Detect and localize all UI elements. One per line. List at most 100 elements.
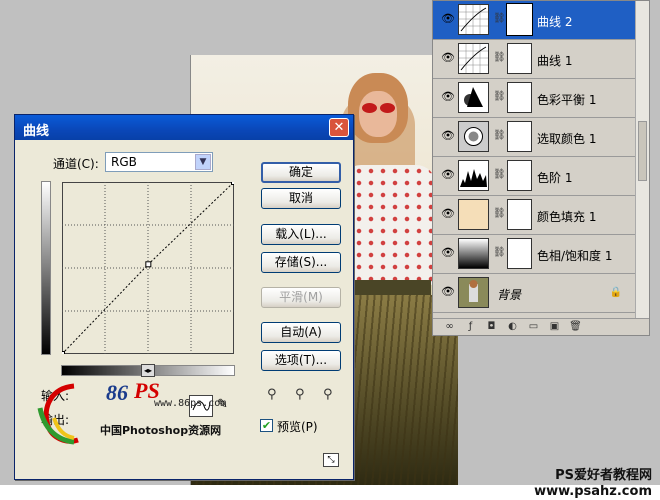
layer-name: 色阶 1	[537, 171, 573, 185]
smooth-button[interactable]: 平滑(M)	[261, 287, 341, 308]
expand-icon[interactable]: ⤡	[323, 453, 339, 467]
logo-site-name: 中国Photoshop资源网	[100, 424, 222, 437]
preview-label: 预览(P)	[277, 420, 318, 434]
close-icon: ✕	[333, 120, 345, 135]
curve-point[interactable]	[145, 261, 152, 268]
photo-face	[359, 91, 397, 137]
site-logo: 86 PS www.86ps.com 中国Photoshop资源网	[34, 378, 244, 458]
watermark-url: www.psahz.com	[534, 484, 652, 499]
ok-button[interactable]: 确定	[261, 162, 341, 183]
layer-row[interactable]: 👁 ⛓ 选取颜色 1	[433, 118, 636, 157]
layer-mask-thumbnail[interactable]	[507, 238, 532, 269]
screenshot: 👁 ⛓ 曲线 2 👁 ⛓ 曲线 1 👁 ⛓ 色彩平衡 1 👁 ⛓ 选取颜色 1 👁 ⛓ 色阶 1 👁 ⛓ 颜色填充…	[0, 0, 660, 500]
layer-thumbnail	[458, 199, 489, 230]
layer-row[interactable]: 👁 ⛓ 色相/饱和度 1	[433, 235, 636, 274]
black-eyedropper-icon[interactable]: ⚲	[267, 387, 283, 403]
link-layers-icon[interactable]: ∞	[443, 321, 456, 333]
preview-checkbox[interactable]: ✔	[260, 419, 273, 432]
layer-row[interactable]: 👁 ⛓ 色彩平衡 1	[433, 79, 636, 118]
chain-link-icon[interactable]: ⛓	[493, 130, 506, 141]
delete-layer-icon[interactable]: 🗑	[569, 321, 582, 333]
output-gradient-bar	[41, 181, 51, 355]
white-eyedropper-icon[interactable]: ⚲	[323, 387, 339, 403]
layer-mask-thumbnail[interactable]	[507, 82, 532, 113]
layer-style-icon[interactable]: ƒ	[464, 321, 477, 333]
layer-mask-thumbnail[interactable]	[507, 160, 532, 191]
logo-swirl-icon	[37, 383, 79, 445]
layer-mask-thumbnail[interactable]	[507, 43, 532, 74]
save-button[interactable]: 存储(S)...	[261, 252, 341, 273]
layer-thumbnail	[458, 277, 489, 308]
gradient-slider-handle[interactable]: ◂▸	[141, 364, 155, 377]
layer-row[interactable]: 👁 ⛓ 颜色填充 1	[433, 196, 636, 235]
gray-eyedropper-icon[interactable]: ⚲	[295, 387, 311, 403]
watermark: PS爱好者教程网 www.psahz.com	[534, 468, 652, 500]
layer-row[interactable]: 👁 ⛓ 曲线 1	[433, 40, 636, 79]
layer-name: 曲线 1	[537, 54, 573, 68]
layer-name: 曲线 2	[537, 15, 573, 29]
eye-icon[interactable]: 👁	[441, 130, 455, 141]
cancel-button[interactable]: 取消	[261, 188, 341, 209]
logo-url: www.86ps.com	[154, 398, 227, 409]
layer-row[interactable]: 👁 背景 🔒	[433, 274, 636, 313]
eye-icon[interactable]: 👁	[441, 91, 455, 102]
layer-thumbnail	[458, 4, 489, 35]
auto-button[interactable]: 自动(A)	[261, 322, 341, 343]
close-button[interactable]: ✕	[329, 118, 349, 137]
add-mask-icon[interactable]: ◘	[485, 321, 498, 333]
photo-shirt-dots	[341, 165, 436, 285]
channel-value: RGB	[111, 155, 137, 169]
scrollbar-thumb[interactable]	[638, 121, 647, 181]
chain-link-icon[interactable]: ⛓	[493, 52, 506, 63]
chain-link-icon[interactable]: ⛓	[493, 13, 506, 24]
options-button[interactable]: 选项(T)...	[261, 350, 341, 371]
eye-icon[interactable]: 👁	[441, 169, 455, 180]
new-group-icon[interactable]: ▭	[527, 321, 540, 333]
sunglasses-left	[362, 103, 377, 113]
workspace: 👁 ⛓ 曲线 2 👁 ⛓ 曲线 1 👁 ⛓ 色彩平衡 1 👁 ⛓ 选取颜色 1 👁 ⛓ 色阶 1 👁 ⛓ 颜色填充…	[0, 0, 660, 485]
layer-mask-thumbnail[interactable]	[507, 121, 532, 152]
layer-thumbnail	[458, 43, 489, 74]
layer-row[interactable]: 👁 ⛓ 曲线 2	[433, 1, 636, 40]
layer-thumbnail	[458, 82, 489, 113]
curve-point[interactable]	[62, 351, 65, 355]
layer-thumbnail	[458, 238, 489, 269]
dialog-titlebar[interactable]: 曲线 ✕	[15, 115, 353, 140]
lock-icon: 🔒	[609, 287, 622, 298]
channel-select[interactable]: RGB ▼	[105, 152, 213, 172]
layer-name: 色相/饱和度 1	[537, 249, 613, 263]
layer-mask-thumbnail[interactable]	[506, 3, 533, 36]
layer-name: 色彩平衡 1	[537, 93, 597, 107]
layers-scrollbar[interactable]	[635, 1, 649, 319]
curve-graph-frame	[62, 182, 234, 354]
watermark-title: PS爱好者教程网	[555, 468, 652, 483]
layer-row[interactable]: 👁 ⛓ 色阶 1	[433, 157, 636, 196]
eye-icon[interactable]: 👁	[441, 13, 455, 24]
sunglasses-right	[380, 103, 395, 113]
curve-graph[interactable]	[62, 182, 234, 354]
load-button[interactable]: 载入(L)...	[261, 224, 341, 245]
chain-link-icon[interactable]: ⛓	[493, 247, 506, 258]
eye-icon[interactable]: 👁	[441, 286, 455, 297]
adjustment-layer-icon[interactable]: ◐	[506, 321, 519, 333]
layer-thumbnail	[458, 121, 489, 152]
curve-point[interactable]	[231, 182, 235, 185]
dialog-title: 曲线	[23, 124, 50, 139]
chain-link-icon[interactable]: ⛓	[493, 169, 506, 180]
layer-mask-thumbnail[interactable]	[507, 199, 532, 230]
eye-icon[interactable]: 👁	[441, 52, 455, 63]
chevron-down-icon[interactable]: ▼	[195, 154, 211, 170]
chain-link-icon[interactable]: ⛓	[493, 208, 506, 219]
new-layer-icon[interactable]: ▣	[548, 321, 561, 333]
eye-icon[interactable]: 👁	[441, 208, 455, 219]
channel-label: 通道(C):	[53, 157, 99, 171]
logo-86-text: 86	[106, 380, 128, 405]
layer-name: 背景	[497, 288, 522, 302]
layers-panel: 👁 ⛓ 曲线 2 👁 ⛓ 曲线 1 👁 ⛓ 色彩平衡 1 👁 ⛓ 选取颜色 1 👁 ⛓ 色阶 1 👁 ⛓ 颜色填充…	[432, 0, 650, 336]
layer-name: 颜色填充 1	[537, 210, 597, 224]
eye-icon[interactable]: 👁	[441, 247, 455, 258]
chain-link-icon[interactable]: ⛓	[493, 91, 506, 102]
layer-thumbnail	[458, 160, 489, 191]
layers-footer: ∞ ƒ ◘ ◐ ▭ ▣ 🗑	[433, 318, 649, 335]
layer-name: 选取颜色 1	[537, 132, 597, 146]
